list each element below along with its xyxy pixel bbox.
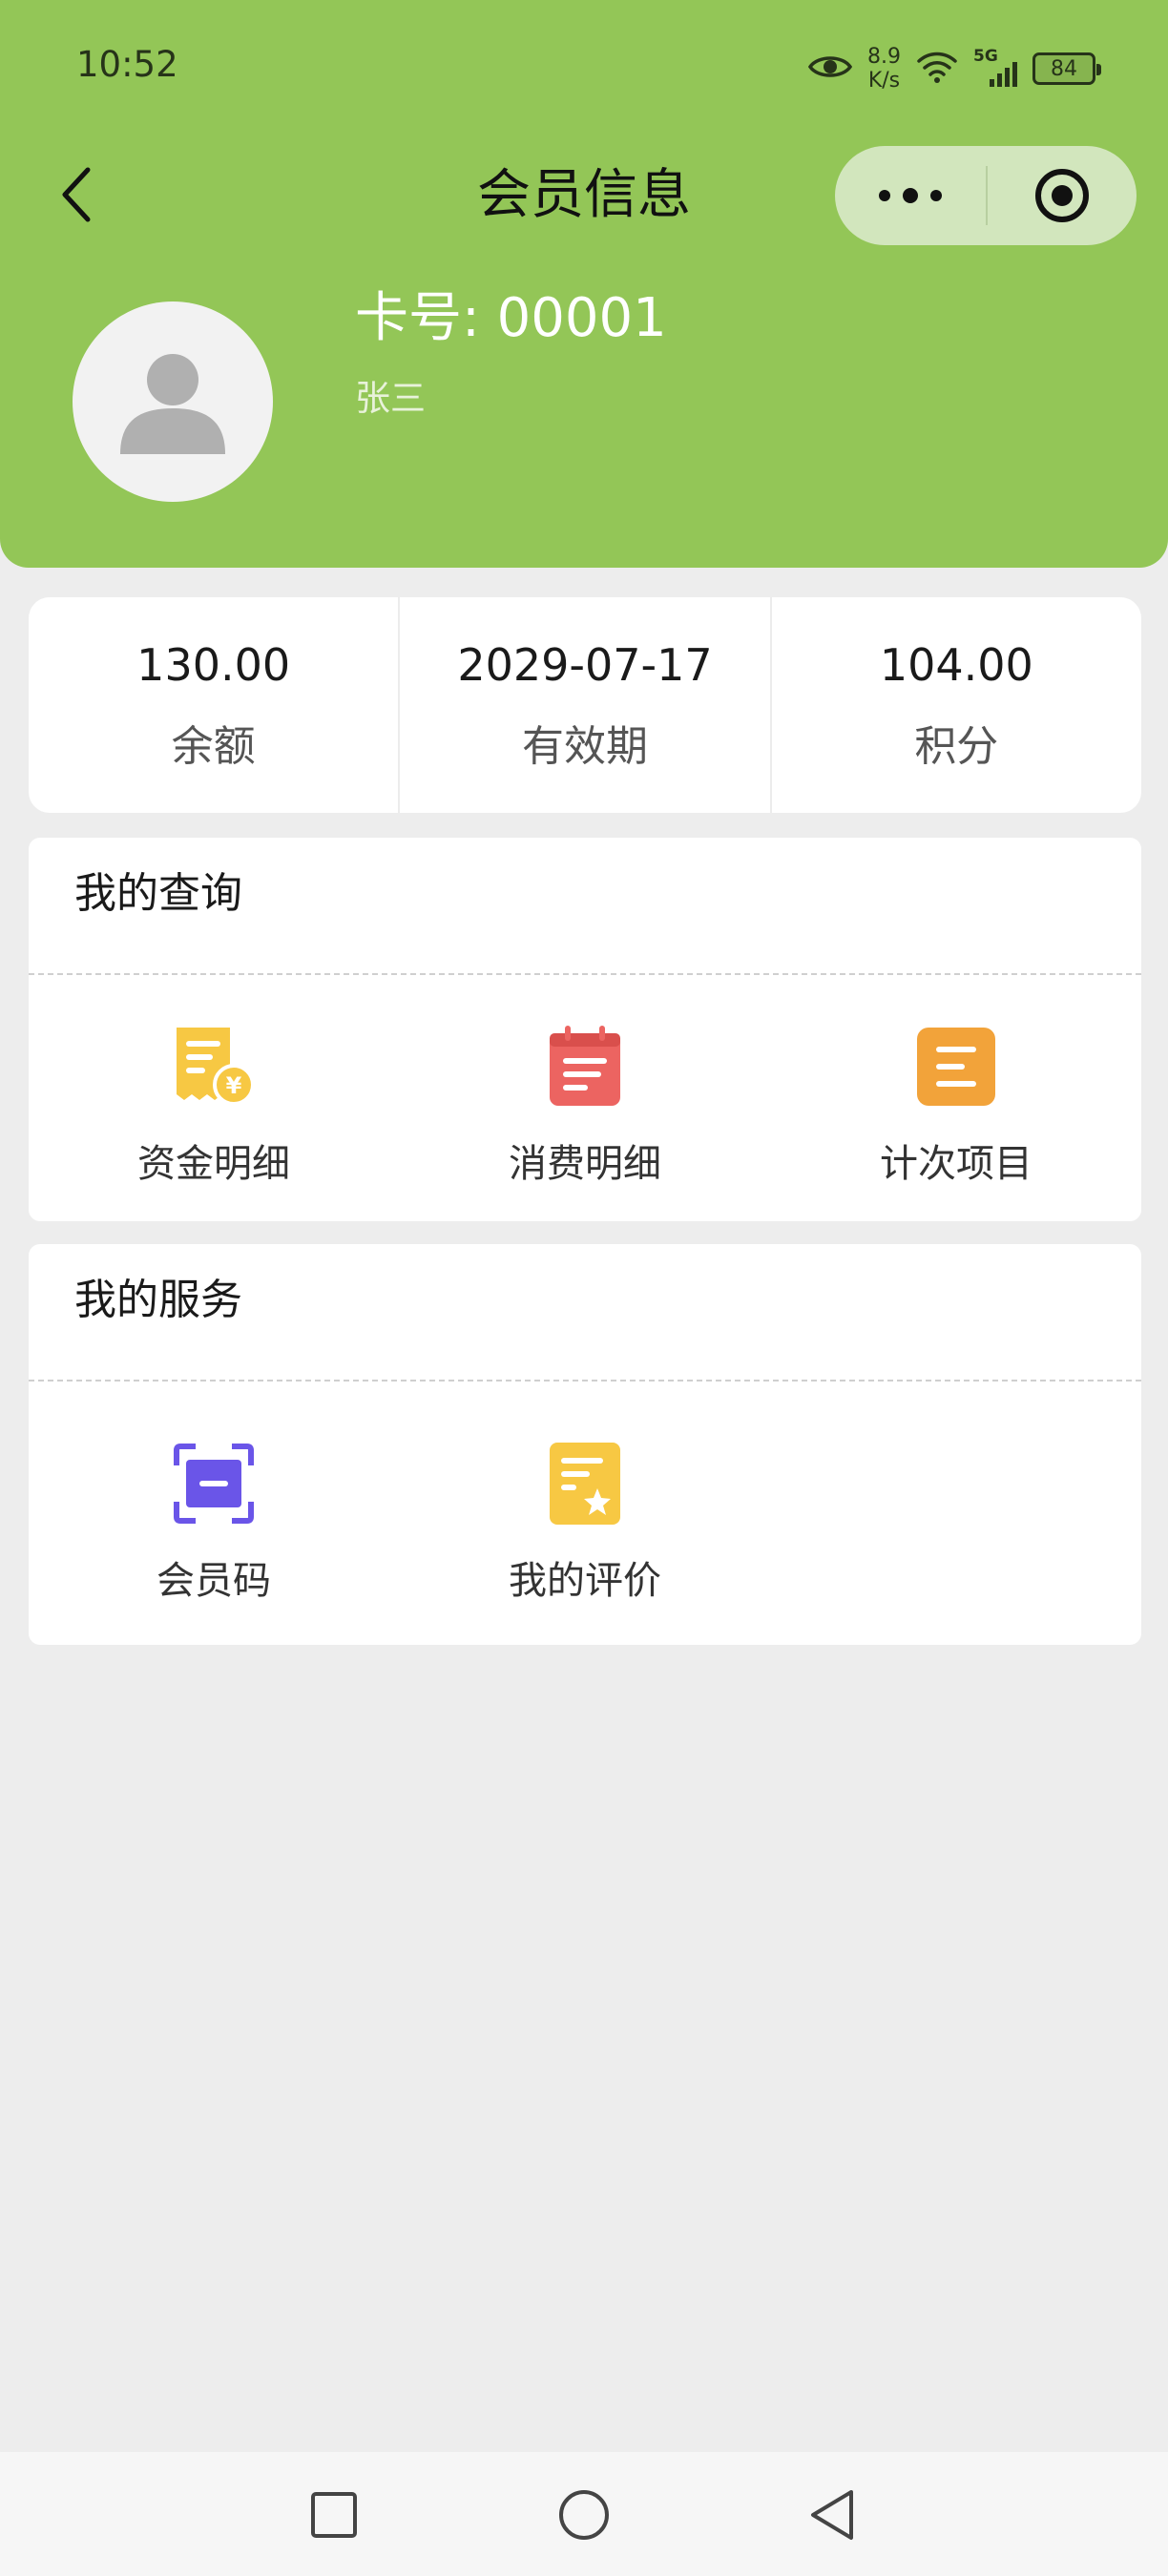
grid-label: 计次项目 xyxy=(880,1142,1032,1186)
member-code-scan-icon xyxy=(171,1441,257,1527)
battery-icon: 84 xyxy=(1032,52,1101,85)
stat-points[interactable]: 104.00 积分 xyxy=(772,597,1141,813)
eye-icon xyxy=(807,52,853,85)
stat-balance[interactable]: 130.00 余额 xyxy=(29,597,401,813)
member-info-page: 10:52 8.9 K/s 5G 84 会员信息 卡号: 00001 张三 13… xyxy=(0,0,1168,2576)
dashed-divider xyxy=(29,973,1141,975)
stat-expiry[interactable]: 2029-07-17 有效期 xyxy=(400,597,772,813)
section-title: 我的服务 xyxy=(74,1276,242,1324)
query-section: 我的查询 ¥ 资金明细 消费明细 计次项目 xyxy=(29,838,1141,1221)
network-speed: 8.9 K/s xyxy=(867,45,901,93)
count-list-icon xyxy=(913,1024,999,1110)
system-navigation-bar xyxy=(0,2452,1168,2576)
review-star-icon xyxy=(542,1441,628,1527)
triangle-back-icon xyxy=(811,2490,853,2540)
grid-label: 消费明细 xyxy=(509,1142,661,1186)
stat-label: 有效期 xyxy=(521,722,648,771)
stat-value: 2029-07-17 xyxy=(457,639,713,691)
user-placeholder-icon xyxy=(120,354,225,454)
service-section: 我的服务 会员码 我的评价 xyxy=(29,1244,1141,1645)
dashed-divider xyxy=(29,1380,1141,1381)
home-button[interactable] xyxy=(546,2477,622,2553)
avatar[interactable] xyxy=(73,301,273,502)
stat-value: 130.00 xyxy=(136,639,291,691)
grid-label: 我的评价 xyxy=(509,1559,661,1603)
grid-label: 会员码 xyxy=(156,1559,271,1603)
wifi-icon xyxy=(916,50,958,88)
back-system-button[interactable] xyxy=(794,2477,870,2553)
grid-label: 资金明细 xyxy=(137,1142,290,1186)
status-time: 10:52 xyxy=(76,44,178,85)
fund-detail-button[interactable]: ¥ 资金明细 xyxy=(29,1024,399,1188)
consume-calendar-icon xyxy=(542,1024,628,1110)
my-review-button[interactable]: 我的评价 xyxy=(400,1441,770,1605)
mini-program-capsule xyxy=(835,146,1137,245)
member-name: 张三 xyxy=(355,378,426,419)
consume-detail-button[interactable]: 消费明细 xyxy=(400,1024,770,1188)
more-dots-icon xyxy=(879,188,942,203)
count-items-button[interactable]: 计次项目 xyxy=(771,1024,1141,1188)
circle-icon xyxy=(559,2490,609,2540)
stats-card: 130.00 余额 2029-07-17 有效期 104.00 积分 xyxy=(29,597,1141,813)
stat-label: 余额 xyxy=(171,722,256,771)
header: 10:52 8.9 K/s 5G 84 会员信息 卡号: 00001 张三 xyxy=(0,0,1168,568)
signal-5g-icon: 5G xyxy=(973,47,1017,91)
recent-apps-button[interactable] xyxy=(296,2477,372,2553)
speed-unit: K/s xyxy=(867,69,901,93)
card-number: 卡号: 00001 xyxy=(355,287,667,349)
stat-label: 积分 xyxy=(914,722,999,771)
svg-text:¥: ¥ xyxy=(226,1072,242,1099)
target-close-icon xyxy=(1035,169,1089,222)
fund-detail-icon: ¥ xyxy=(171,1024,257,1110)
square-icon xyxy=(311,2492,357,2538)
status-icons: 8.9 K/s 5G 84 xyxy=(807,42,1101,95)
more-button[interactable] xyxy=(835,146,986,245)
member-code-button[interactable]: 会员码 xyxy=(29,1441,399,1605)
close-program-button[interactable] xyxy=(988,146,1137,245)
speed-value: 8.9 xyxy=(867,45,901,69)
battery-level: 84 xyxy=(1051,56,1077,81)
status-bar: 10:52 8.9 K/s 5G 84 xyxy=(0,0,1168,134)
stat-value: 104.00 xyxy=(879,639,1033,691)
section-title: 我的查询 xyxy=(74,869,242,918)
